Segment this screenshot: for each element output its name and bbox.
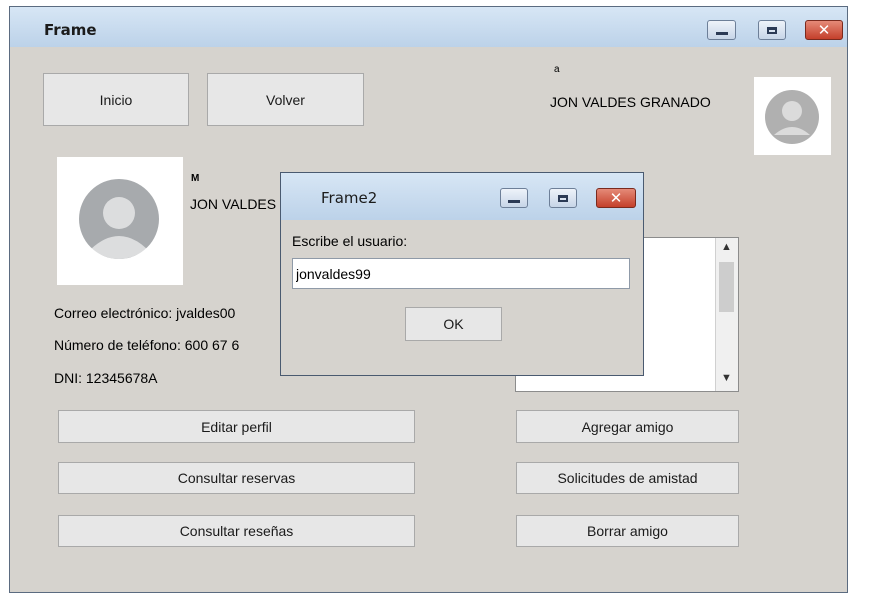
profile-marker: M	[191, 173, 200, 184]
list-scrollbar[interactable]: ▲ ▼	[715, 238, 738, 391]
maximize-icon	[767, 26, 777, 34]
header-user-name: JON VALDES GRANADO	[550, 94, 711, 110]
maximize-button[interactable]	[758, 20, 786, 40]
dialog-title: Frame2	[321, 189, 378, 207]
home-button[interactable]: Inicio	[43, 73, 189, 126]
scroll-down-icon[interactable]: ▼	[721, 372, 732, 384]
close-icon: ✕	[817, 20, 831, 39]
profile-avatar	[57, 157, 183, 285]
minimize-icon	[715, 31, 728, 35]
scroll-up-icon[interactable]: ▲	[721, 241, 732, 253]
profile-phone: Número de teléfono: 600 67 6	[54, 337, 240, 353]
dialog-content: Escribe el usuario: OK	[281, 220, 643, 375]
close-icon: ✕	[609, 188, 623, 207]
dialog-close-button[interactable]: ✕	[596, 188, 636, 208]
profile-avatar-icon	[79, 179, 159, 259]
profile-email: Correo electrónico: jvaldes00	[54, 305, 236, 321]
minimize-icon	[508, 199, 520, 203]
main-titlebar[interactable]: Frame ✕	[10, 7, 847, 47]
main-window-title: Frame	[44, 21, 97, 39]
user-avatar-icon	[765, 90, 819, 144]
dialog-maximize-button[interactable]	[549, 188, 577, 208]
maximize-icon	[558, 194, 568, 202]
dialog-window: Frame2 ✕ Escribe el usuario: OK	[280, 172, 644, 376]
view-reviews-button[interactable]: Consultar reseñas	[58, 515, 415, 547]
minimize-button[interactable]	[707, 20, 736, 40]
dialog-titlebar[interactable]: Frame2 ✕	[281, 173, 643, 220]
username-input[interactable]	[292, 258, 630, 289]
scroll-thumb[interactable]	[719, 262, 734, 312]
friend-requests-button[interactable]: Solicitudes de amistad	[516, 462, 739, 494]
back-button[interactable]: Volver	[207, 73, 364, 126]
header-avatar	[754, 77, 831, 155]
close-button[interactable]: ✕	[805, 20, 843, 40]
ok-button[interactable]: OK	[405, 307, 502, 341]
delete-friend-button[interactable]: Borrar amigo	[516, 515, 739, 547]
edit-profile-button[interactable]: Editar perfil	[58, 410, 415, 443]
add-friend-button[interactable]: Agregar amigo	[516, 410, 739, 443]
view-reservations-button[interactable]: Consultar reservas	[58, 462, 415, 494]
profile-dni: DNI: 12345678A	[54, 370, 158, 386]
header-user-marker: a	[554, 64, 560, 75]
dialog-prompt: Escribe el usuario:	[292, 233, 408, 249]
dialog-minimize-button[interactable]	[500, 188, 528, 208]
